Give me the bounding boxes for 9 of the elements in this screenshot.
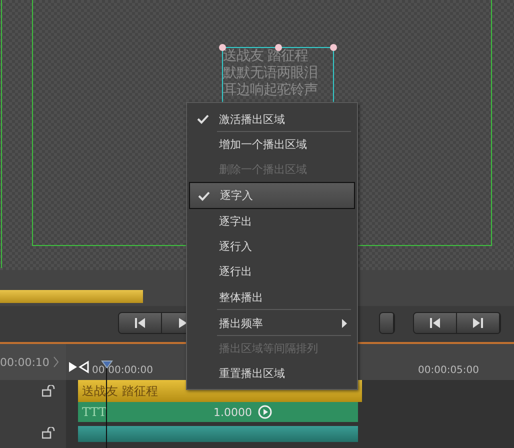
effect-value: 1.0000	[214, 406, 252, 418]
timecode: 00:00:10	[0, 356, 50, 368]
ruler-time: 00:00:05:00	[418, 365, 480, 376]
ruler-time: 00:00:00:00	[92, 365, 154, 376]
title-clip-label: 送战友 踏征程	[82, 382, 158, 400]
subtitle-text: 送战友 踏征程	[223, 48, 309, 65]
subtitle-text: 耳边响起驼铃声	[223, 82, 318, 99]
subtitle-text: 默默无语两眼泪	[223, 65, 318, 82]
effect-name: TTT	[82, 405, 106, 419]
